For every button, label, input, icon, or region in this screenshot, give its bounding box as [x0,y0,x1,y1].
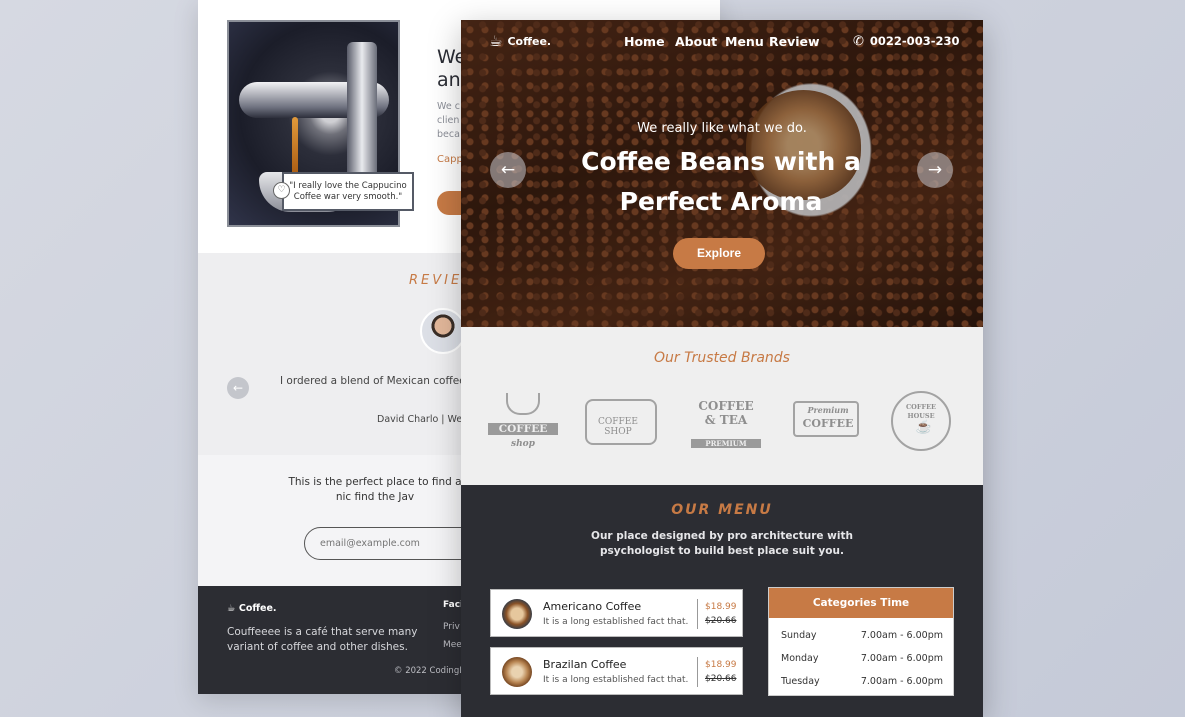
nav-home[interactable]: Home [624,34,665,49]
coffee-mug-icon: ☕ [489,32,503,50]
arrow-right-icon[interactable]: → [917,152,953,188]
brands-title: Our Trusted Brands [654,350,790,366]
reviewer-name: David Charlo | We [377,414,463,425]
hero-section: ☕ Coffee. Home About Menu Review ✆ 0022-00… [461,20,983,327]
nav-phone[interactable]: ✆ 0022-003-230 [853,34,959,49]
menu-item-old-price: $20.66 [705,616,737,626]
menu-item-price: $18.99 [705,660,737,670]
menu-item-desc: It is a long established fact that. [543,617,689,627]
menu-item-brazilan[interactable]: Brazilan Coffee It is a long established… [490,647,743,695]
brand-logo-coffee-shop-2: COFFEE SHOP [583,387,657,453]
footer-link[interactable]: Mee [443,640,462,650]
heart-icon: ♡ [273,182,290,199]
brand-logo-coffee-shop: COFFEE shop [488,387,558,453]
hero-title: Coffee Beans with a Perfect Aroma [581,147,861,216]
coffee-mug-icon: ☕ [915,420,933,435]
nav-logo[interactable]: ☕ Coffee. [489,32,551,50]
footer-copyright: © 2022 CodingLa [394,666,470,676]
menu-item-desc: It is a long established fact that. [543,675,689,685]
menu-item-name: Americano Coffee [543,600,642,613]
nav-review[interactable]: Review [769,34,820,49]
categories-title: Categories Time [769,588,953,618]
coffee-thumbnail [502,657,532,687]
newsletter-text: This is the perfect place to find a nic … [288,476,462,503]
menu-item-name: Brazilan Coffee [543,658,627,671]
menu-item-price: $18.99 [705,602,737,612]
menu-title: OUR MENU [671,502,773,518]
testimonial-quote: "I really love the Cappucino Coffee war … [282,172,414,211]
review-text: I ordered a blend of Mexican coffee, del… [280,375,599,387]
menu-section: OUR MENU Our place designed by pro archi… [461,485,983,717]
explore-button[interactable]: Explore [673,238,765,269]
brand-logo-coffee-house: COFFEE HOUSE ☕ [889,387,959,453]
coffee-thumbnail [502,599,532,629]
reviewer-avatar [420,308,466,354]
arrow-left-icon[interactable]: ← [490,152,526,188]
front-page-preview: ☕ Coffee. Home About Menu Review ✆ 0022-00… [461,20,983,717]
menu-item-old-price: $20.66 [705,674,737,684]
nav-about[interactable]: About [675,34,717,49]
hero-subtitle: We really like what we do. [637,121,807,136]
brand-logo-premium-coffee: Premium COFFEE [793,387,863,453]
footer-link[interactable]: Priv [443,622,460,632]
about-link[interactable]: Capp [437,154,463,165]
phone-icon: ✆ [853,34,864,49]
brand-logo-coffee-tea: COFFEE & TEA PREMIUM [691,387,761,453]
menu-item-americano[interactable]: Americano Coffee It is a long establishe… [490,589,743,637]
brands-section: Our Trusted Brands COFFEE shop COFFEE SH… [461,327,983,485]
footer-description: Couffeeee is a café that serve many vari… [227,626,418,653]
footer-logo[interactable]: ☕ Coffee. [227,603,277,614]
arrow-left-icon[interactable]: ← [227,377,249,399]
nav-menu[interactable]: Menu [725,34,764,49]
coffee-mug-icon: ☕ [227,603,236,614]
categories-time-table: Categories Time Sunday 7.00am - 6.00pm M… [768,587,954,696]
menu-description: Our place designed by pro architecture w… [591,530,853,557]
